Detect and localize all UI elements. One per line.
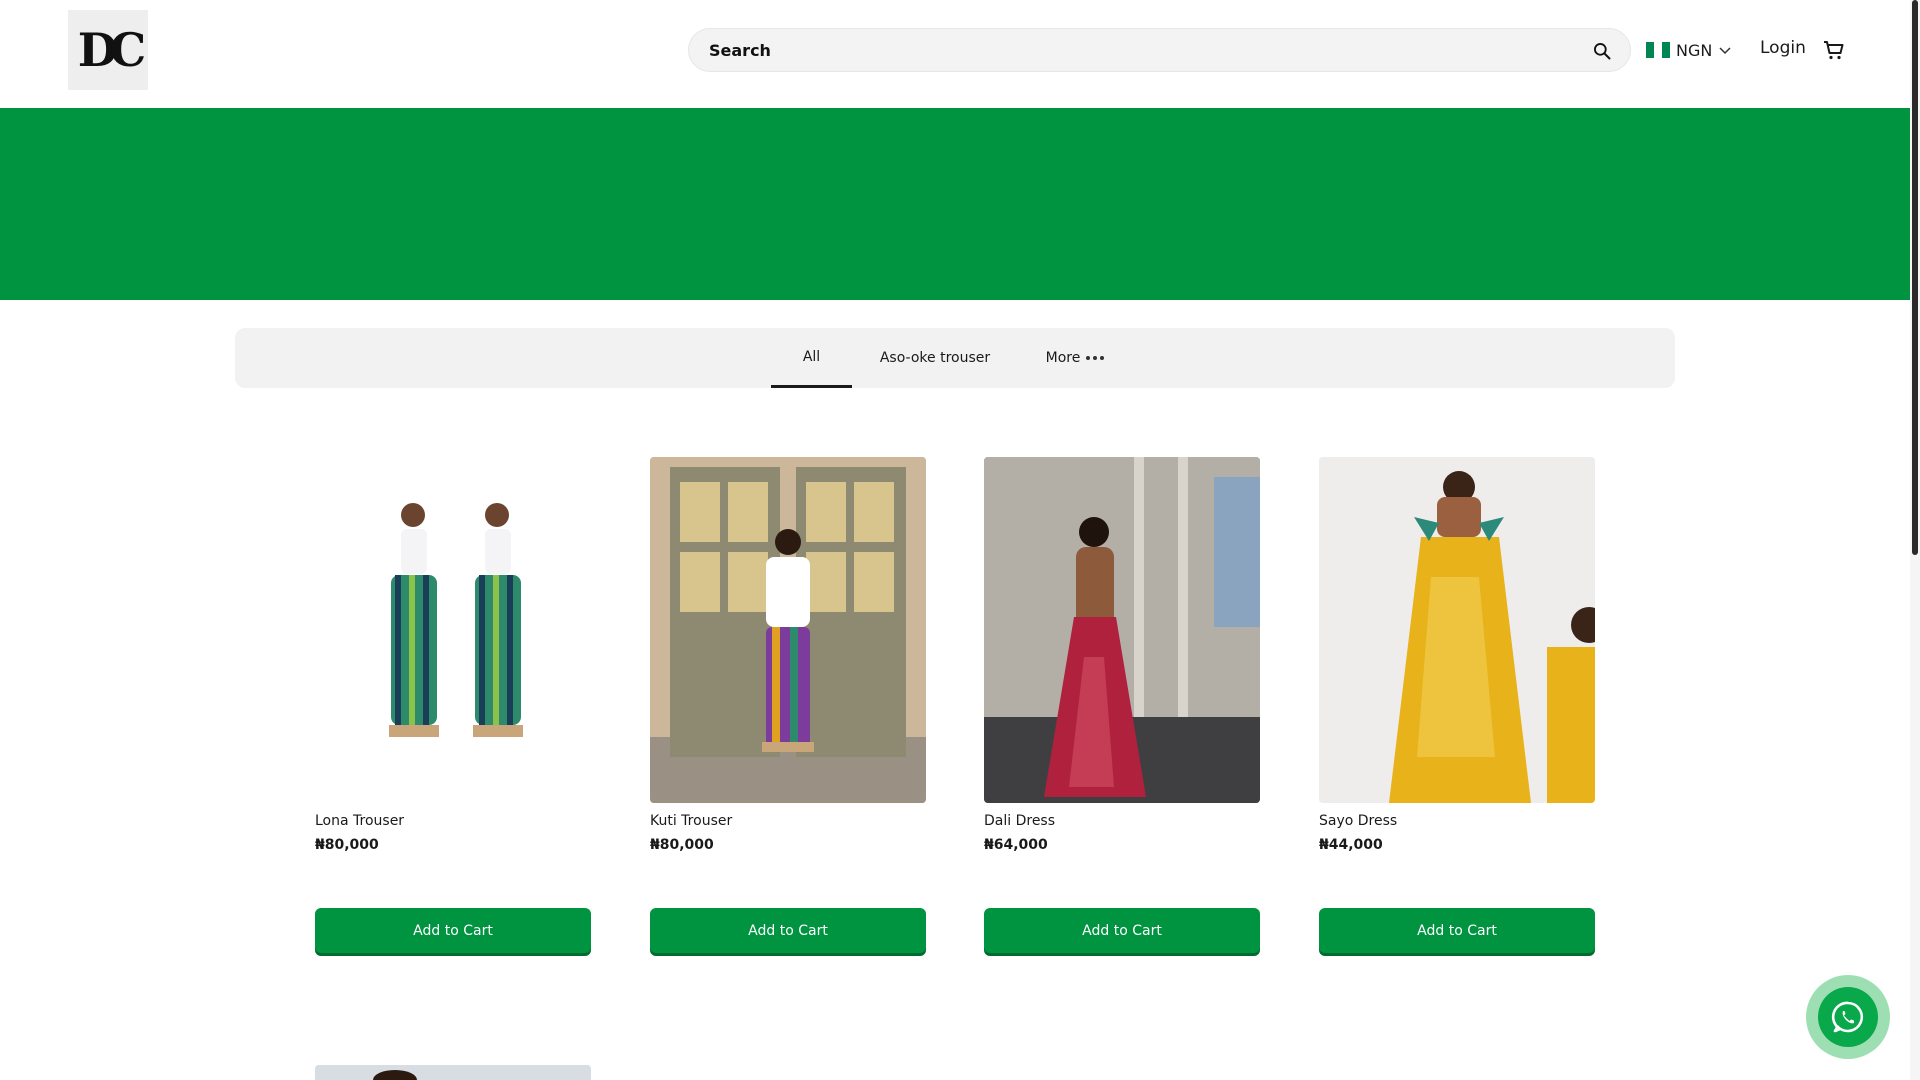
product-price: ₦80,000 [650, 837, 714, 853]
tab-aso-oke-trouser[interactable]: Aso-oke trouser [860, 328, 1010, 388]
add-to-cart-button[interactable]: Add to Cart [315, 908, 591, 953]
product-name[interactable]: Lona Trouser [315, 813, 591, 833]
product-price: ₦64,000 [984, 837, 1048, 853]
whatsapp-badge [1818, 987, 1878, 1047]
product-card[interactable]: Sayo Dress ₦44,000 Add to Cart [1319, 457, 1595, 953]
product-name[interactable]: Dali Dress [984, 813, 1260, 833]
scrollbar-thumb[interactable] [1912, 0, 1918, 555]
login-link[interactable]: Login [1760, 38, 1806, 58]
product-image[interactable] [650, 457, 926, 803]
add-to-cart-button[interactable]: Add to Cart [1319, 908, 1595, 953]
product-image[interactable] [1319, 457, 1595, 803]
product-image[interactable] [315, 1065, 591, 1080]
tab-all[interactable]: All [771, 328, 852, 388]
page-scrollbar[interactable] [1910, 0, 1920, 1080]
product-image[interactable] [315, 457, 591, 803]
product-name[interactable]: Sayo Dress [1319, 813, 1595, 833]
hero-banner [0, 108, 1910, 300]
whatsapp-icon [1831, 1001, 1864, 1033]
tab-more[interactable]: More [1035, 328, 1115, 388]
search-icon[interactable] [1592, 41, 1612, 61]
add-to-cart-button[interactable]: Add to Cart [984, 908, 1260, 953]
product-name[interactable]: Kuti Trouser [650, 813, 926, 833]
more-dots-icon [1086, 356, 1105, 360]
logo-text: DC [77, 23, 146, 77]
currency-selector[interactable]: NGN [1646, 38, 1732, 62]
nigeria-flag-icon [1646, 42, 1670, 58]
product-price: ₦80,000 [315, 837, 379, 853]
product-image[interactable] [984, 457, 1260, 803]
brand-logo[interactable]: DC [68, 10, 148, 90]
currency-code: NGN [1676, 40, 1713, 60]
tab-label: All [802, 348, 821, 365]
category-tabs: All Aso-oke trouser More [235, 328, 1675, 388]
whatsapp-chat-button[interactable] [1806, 975, 1890, 1059]
search-input[interactable] [709, 29, 1569, 71]
product-card[interactable]: Kuti Trouser ₦80,000 Add to Cart [650, 457, 926, 953]
product-card[interactable]: Dali Dress ₦64,000 Add to Cart [984, 457, 1260, 953]
search-bar [688, 28, 1631, 72]
product-card[interactable]: Lona Trouser ₦80,000 Add to Cart [315, 457, 591, 953]
tab-label: Aso-oke trouser [879, 350, 991, 366]
site-header: DC NGN Login [0, 0, 1910, 108]
product-price: ₦44,000 [1319, 837, 1383, 853]
chevron-down-icon [1719, 47, 1731, 55]
add-to-cart-button[interactable]: Add to Cart [650, 908, 926, 953]
tab-label: More [1045, 350, 1081, 366]
cart-icon[interactable] [1822, 38, 1846, 62]
